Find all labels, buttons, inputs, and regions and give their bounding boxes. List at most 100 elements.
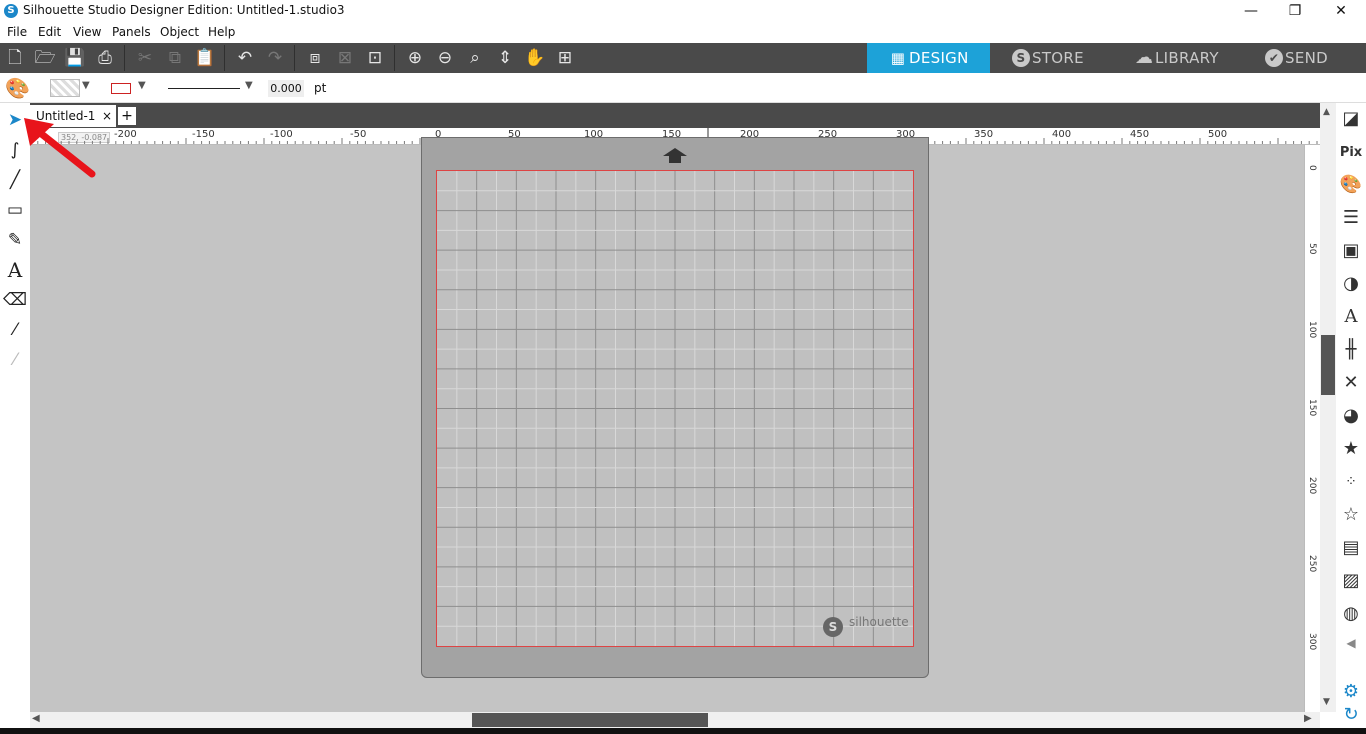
redo-icon[interactable]: ↷ [263, 47, 287, 69]
right-panel-toolbar: ◪ Pix 🎨 ☰ ▣ ◑ A ╫ ✕ ◕ ★ ⁘ ☆ ▤ ▨ ◍ ◀ ⚙ ↻ [1336, 103, 1366, 734]
properties-bar: 🎨 ▼ ▼ ▼ 0.000 pt [0, 73, 1366, 103]
chevron-down-icon[interactable]: ▼ [138, 80, 146, 91]
cut-area[interactable]: S silhouette [436, 170, 914, 647]
zoom-in-icon[interactable]: ⊕ [403, 47, 427, 69]
ungroup-icon[interactable]: ⊠ [333, 47, 357, 69]
replicate-star-icon[interactable]: ☆ [1339, 501, 1363, 529]
move-to-mat-icon[interactable]: ⇕ [493, 47, 517, 69]
print-icon[interactable]: ⎙ [93, 47, 117, 69]
collapse-left-icon[interactable]: ◀ [1339, 629, 1363, 657]
mat-grid [437, 171, 913, 646]
menu-view[interactable]: View [73, 25, 101, 39]
save-icon[interactable]: 💾 [63, 47, 87, 69]
silhouette-logo-icon: S [4, 4, 18, 18]
line-color-swatch[interactable] [111, 83, 131, 94]
chevron-down-icon[interactable]: ▼ [245, 80, 253, 91]
menu-edit[interactable]: Edit [38, 25, 61, 39]
fill-color-panel-icon[interactable]: ⊡ [363, 47, 387, 69]
ruler-label: 50 [1307, 243, 1317, 255]
shadow-icon[interactable]: ◑ [1339, 270, 1363, 298]
text-style-icon[interactable]: A [1339, 303, 1363, 331]
palette-icon[interactable]: 🎨 [5, 78, 30, 98]
zoom-out-icon[interactable]: ⊖ [433, 47, 457, 69]
vertical-scrollbar[interactable]: ▲ ▼ [1320, 103, 1336, 712]
mat-direction-arrow-icon [663, 148, 687, 163]
zoom-select-icon[interactable]: ⌕ [463, 47, 487, 69]
left-toolbox: ➤ ∫ ╱ ▭ ✎ A ⌫ ⁄ ⁄ [0, 103, 30, 734]
refresh-icon[interactable]: ↻ [1339, 701, 1363, 729]
silhouette-s-icon: S [1012, 49, 1030, 67]
rectangle-tool-icon[interactable]: ▭ [3, 197, 27, 223]
sketch-icon[interactable]: ▨ [1339, 567, 1363, 595]
undo-icon[interactable]: ↶ [233, 47, 257, 69]
taskbar-edge [0, 728, 1366, 734]
line-style-preview[interactable] [168, 88, 240, 89]
main-toolbar: 🗋 🗁 💾 ⎙ ✂ ⧉ 📋 ↶ ↷ ⧈ ⊠ ⊡ ⊕ ⊖ ⌕ ⇕ ✋ ⊞ ▦ DE… [0, 43, 1366, 73]
pixscan-icon[interactable]: Pix [1339, 139, 1363, 167]
minimize-button[interactable]: — [1228, 0, 1274, 22]
fill-color-icon[interactable]: 🎨 [1339, 171, 1363, 199]
tab-store-label: STORE [1032, 49, 1084, 67]
pencil-tool-icon[interactable]: ✎ [3, 227, 27, 253]
close-tab-icon[interactable]: × [102, 105, 112, 127]
transform-icon[interactable]: ✕ [1339, 369, 1363, 397]
fill-pattern-icon[interactable]: ▣ [1339, 237, 1363, 265]
tab-send-label: SEND [1285, 49, 1328, 67]
line-width-unit: pt [314, 81, 327, 95]
annotation-arrow-icon [24, 118, 96, 178]
align-icon[interactable]: ╫ [1339, 336, 1363, 364]
line-width-input[interactable]: 0.000 [268, 80, 304, 97]
menu-help[interactable]: Help [208, 25, 235, 39]
library-icon[interactable]: ▤ [1339, 534, 1363, 562]
copy-icon[interactable]: ⧉ [163, 47, 187, 69]
tab-design[interactable]: ▦ DESIGN [867, 43, 990, 73]
group-icon[interactable]: ⧈ [303, 47, 327, 69]
vertical-ruler: 0 50 100 150 200 250 300 [1304, 145, 1320, 712]
tab-library[interactable]: ☁ LIBRARY [1113, 43, 1236, 73]
horizontal-scrollbar[interactable]: ◀ ▶ [30, 712, 1320, 728]
eraser-tool-icon[interactable]: ⌫ [3, 287, 27, 313]
ruler-label: 100 [1307, 321, 1317, 339]
new-file-icon[interactable]: 🗋 [3, 47, 27, 69]
scroll-left-icon[interactable]: ◀ [32, 713, 40, 724]
scroll-right-icon[interactable]: ▶ [1304, 713, 1312, 724]
offset-star-icon[interactable]: ★ [1339, 435, 1363, 463]
check-circle-icon: ✔ [1265, 49, 1283, 67]
open-folder-icon[interactable]: 🗁 [33, 47, 57, 69]
text-tool-icon[interactable]: A [3, 257, 27, 283]
horizontal-scroll-thumb[interactable] [472, 713, 708, 727]
page-setup-icon[interactable]: ◪ [1339, 105, 1363, 133]
scroll-down-icon[interactable]: ▼ [1323, 697, 1330, 707]
trace-icon[interactable]: ⁘ [1339, 468, 1363, 496]
tab-store[interactable]: S STORE [990, 43, 1113, 73]
knife-tool-icon[interactable]: ⁄ [3, 317, 27, 343]
ruler-label: 250 [1307, 555, 1317, 573]
menu-object[interactable]: Object [160, 25, 199, 39]
scroll-up-icon[interactable]: ▲ [1323, 107, 1330, 117]
modify-icon[interactable]: ◕ [1339, 402, 1363, 430]
tab-send[interactable]: ✔ SEND [1243, 43, 1366, 73]
menu-panels[interactable]: Panels [112, 25, 151, 39]
eyedropper-icon[interactable]: ⁄ [3, 347, 27, 373]
ruler-label: 150 [1307, 399, 1317, 417]
fit-to-page-icon[interactable]: ⊞ [553, 47, 577, 69]
document-tab-bar: Untitled-1 × + [30, 103, 1336, 128]
silhouette-logo-icon: S [823, 617, 843, 637]
paste-icon[interactable]: 📋 [193, 47, 217, 69]
pan-hand-icon[interactable]: ✋ [523, 47, 547, 69]
restore-button[interactable]: ❐ [1272, 0, 1318, 22]
cloud-download-icon: ☁ [1135, 47, 1154, 68]
close-window-button[interactable]: ✕ [1318, 0, 1364, 22]
chevron-down-icon[interactable]: ▼ [82, 80, 90, 91]
fill-pattern-swatch[interactable] [50, 79, 80, 97]
new-tab-button[interactable]: + [118, 107, 136, 125]
cut-icon[interactable]: ✂ [133, 47, 157, 69]
ruler-label: 0 [1307, 165, 1317, 171]
menu-file[interactable]: File [7, 25, 27, 39]
vertical-scroll-thumb[interactable] [1321, 335, 1335, 395]
tab-library-label: LIBRARY [1155, 49, 1219, 67]
globe-icon[interactable]: ◍ [1339, 600, 1363, 628]
ruler-label: 200 [1307, 477, 1317, 495]
menu-bar: File Edit View Panels Object Help [0, 22, 1366, 43]
line-style-icon[interactable]: ☰ [1339, 204, 1363, 232]
